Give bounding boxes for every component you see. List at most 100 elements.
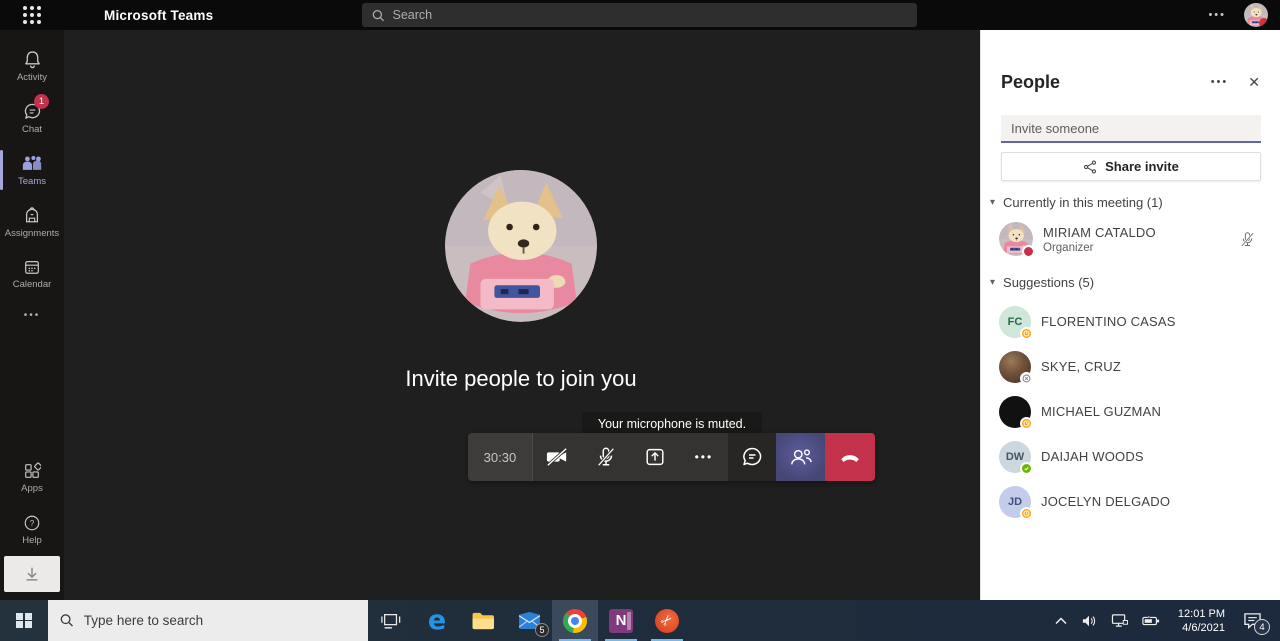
waffle-icon	[23, 6, 41, 24]
people-panel-title: People	[1001, 71, 1061, 92]
suggestion-row[interactable]: MICHAEL GUZMAN	[981, 389, 1280, 434]
section-suggestions[interactable]: ▾ Suggestions (5)	[981, 274, 1280, 290]
suggestion-row[interactable]: SKYE, CRUZ	[981, 344, 1280, 389]
teams-search-input[interactable]	[392, 8, 907, 22]
taskbar-search-box[interactable]	[48, 600, 368, 641]
tray-chevron-up-icon[interactable]	[1055, 616, 1067, 625]
sidebar-item-teams[interactable]: Teams	[0, 144, 64, 196]
camera-off-icon	[547, 447, 568, 467]
file-explorer-icon	[472, 612, 494, 629]
invite-someone-input[interactable]	[1001, 115, 1261, 143]
meeting-participant-avatar	[445, 170, 597, 322]
sidebar-item-chat[interactable]: 1 Chat	[0, 92, 64, 144]
edge-icon: e	[427, 605, 447, 636]
teams-search-box[interactable]	[362, 3, 917, 27]
share-icon	[1084, 160, 1097, 173]
windows-taskbar: e 5 N ✂ 12:01 PM 4/6/2021 4	[0, 600, 1280, 641]
user-avatar[interactable]	[1244, 3, 1268, 27]
mic-off-button[interactable]	[581, 433, 631, 481]
clock-time: 12:01 PM	[1177, 607, 1225, 620]
people-toggle-button[interactable]	[776, 433, 826, 481]
sidebar-item-apps[interactable]: Apps	[0, 452, 64, 504]
teams-titlebar: Microsoft Teams •••	[0, 0, 1280, 30]
bell-icon	[24, 50, 40, 68]
busy-presence-dot	[1259, 18, 1268, 27]
help-icon: ?	[24, 515, 40, 531]
onenote-icon: N	[609, 608, 633, 633]
start-button[interactable]	[0, 600, 48, 641]
taskbar-search-input[interactable]	[83, 613, 356, 628]
snipping-tool-icon: ✂	[655, 608, 679, 633]
edge-button[interactable]: e	[414, 600, 460, 641]
meeting-toolbar: 30:30 •••	[468, 433, 875, 481]
share-invite-button[interactable]: Share invite	[1001, 152, 1261, 181]
search-icon	[60, 614, 73, 627]
svg-text:?: ?	[30, 519, 35, 528]
rail-more-button[interactable]: •••	[24, 300, 41, 330]
camera-off-button[interactable]	[532, 433, 582, 481]
suggestion-row[interactable]: FC FLORENTINO CASAS	[981, 299, 1280, 344]
suggestion-row[interactable]: JD JOCELYN DELGADO	[981, 479, 1280, 524]
onenote-button[interactable]: N	[598, 600, 644, 641]
network-icon[interactable]	[1111, 613, 1128, 628]
suggestion-row[interactable]: DW DAIJAH WOODS	[981, 434, 1280, 479]
mic-off-icon	[597, 447, 615, 467]
hangup-icon	[841, 455, 859, 463]
sidebar-item-activity[interactable]: Activity	[0, 40, 64, 92]
topbar-more-button[interactable]: •••	[1208, 9, 1226, 21]
panel-close-button[interactable]: ✕	[1248, 74, 1260, 91]
sidebar-item-assignments[interactable]: Assignments	[0, 196, 64, 248]
hangup-button[interactable]	[825, 433, 875, 481]
download-icon	[26, 567, 38, 581]
participant-muted-mic-icon	[1239, 231, 1256, 248]
status-away-icon	[1020, 326, 1033, 340]
teams-people-icon	[22, 155, 42, 170]
avatar: FC	[999, 305, 1033, 340]
status-offline-icon	[1020, 371, 1033, 385]
more-actions-button[interactable]: •••	[679, 433, 729, 481]
share-screen-icon	[646, 448, 664, 466]
download-desktop-app-button[interactable]	[4, 556, 60, 592]
participant-name: MIRIAM CATALDO	[1043, 224, 1156, 240]
calendar-icon	[25, 260, 39, 274]
task-view-button[interactable]	[368, 600, 414, 641]
status-away-icon	[1020, 506, 1033, 520]
chat-unread-badge: 1	[34, 94, 49, 109]
avatar: JD	[999, 485, 1033, 520]
snipping-tool-button[interactable]: ✂	[644, 600, 690, 641]
people-icon	[790, 449, 812, 465]
status-available-icon	[1020, 461, 1033, 475]
chrome-icon	[563, 608, 587, 633]
taskbar-clock[interactable]: 12:01 PM 4/6/2021	[1174, 607, 1229, 635]
chrome-button[interactable]	[552, 600, 598, 641]
meeting-timer: 30:30	[468, 433, 533, 481]
app-rail: Activity 1 Chat Teams Assignments Calend…	[0, 30, 64, 600]
notification-count-badge: 4	[1254, 619, 1270, 635]
participant-role: Organizer	[1043, 241, 1094, 254]
search-icon	[372, 9, 385, 21]
file-explorer-button[interactable]	[460, 600, 506, 641]
section-currently-in-meeting[interactable]: ▾ Currently in this meeting (1)	[981, 194, 1280, 210]
windows-logo-icon	[16, 612, 32, 629]
sidebar-item-help[interactable]: ? Help	[0, 504, 64, 556]
volume-icon[interactable]	[1081, 614, 1097, 628]
backpack-icon	[25, 206, 39, 222]
action-center-button[interactable]: 4	[1243, 612, 1270, 635]
people-panel: People ••• ✕ Share invite ▾ Currently in…	[980, 30, 1280, 600]
panel-more-button[interactable]: •••	[1211, 76, 1229, 88]
status-away-icon	[1020, 416, 1033, 430]
apps-icon	[25, 462, 41, 478]
chat-toggle-button[interactable]	[728, 433, 777, 481]
mail-button[interactable]: 5	[506, 600, 552, 641]
avatar	[999, 222, 1035, 258]
sidebar-item-calendar[interactable]: Calendar	[0, 248, 64, 300]
battery-icon[interactable]	[1142, 615, 1160, 627]
status-busy-icon	[1022, 245, 1035, 258]
share-screen-button[interactable]	[630, 433, 680, 481]
avatar-photo	[445, 170, 597, 322]
mail-unread-badge: 5	[535, 623, 549, 637]
meeting-chat-icon	[743, 447, 762, 466]
app-launcher-button[interactable]	[0, 6, 64, 24]
meeting-stage: Invite people to join you Your microphon…	[64, 30, 980, 600]
participant-row-organizer[interactable]: MIRIAM CATALDO Organizer	[981, 221, 1280, 258]
